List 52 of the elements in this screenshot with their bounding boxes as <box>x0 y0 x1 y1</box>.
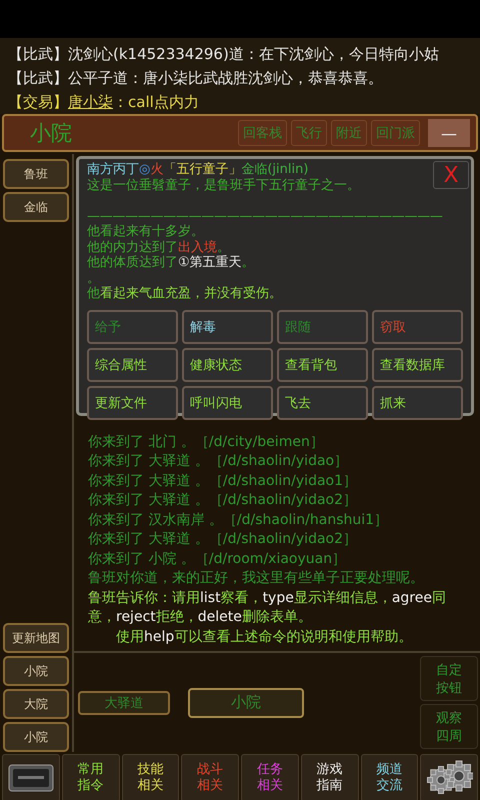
room-history-button[interactable]: 小院 <box>3 656 69 686</box>
log-line: 你来到了 大驿道 。［/d/shaolin/yidao2］ <box>88 530 358 549</box>
npc-description: 这是一位垂髫童子，是鲁班手下五行童子之一。 <box>87 178 360 193</box>
chat-message: ：call点内力 <box>113 93 199 111</box>
room-history-button[interactable]: 大院 <box>3 689 69 719</box>
npc-description: 他看起来气血充盈，并没有受伤。 <box>87 286 282 302</box>
divider-line: ———————————————————————————— <box>87 208 443 224</box>
npc-description: 他的体质达到了 ①第五重天。 <box>87 255 255 270</box>
menu-button[interactable]: 任务 相关 <box>241 754 299 800</box>
channel-label: 【比武】 <box>8 45 68 63</box>
log-line: 鲁班告诉你：请用list察看，type显示详细信息，agree同意，reject拒绝，delete删除表单。 <box>88 588 447 627</box>
menu-button[interactable]: 技能 相关 <box>122 754 180 800</box>
log-line: 你来到了 大驿道 。［/d/shaolin/yidao］ <box>88 452 350 471</box>
channel-label: 【比武】 <box>8 69 68 87</box>
player-link[interactable]: 唐小柒 <box>68 93 113 111</box>
collapse-button[interactable]: — <box>428 119 470 147</box>
menu-button[interactable]: 游戏 指南 <box>300 754 358 800</box>
side-button[interactable]: 观察 四周 <box>420 704 478 749</box>
action-button[interactable]: 综合属性 <box>87 348 178 382</box>
npc-description: 。 <box>87 270 100 286</box>
log-line: 你来到了 大驿道 。［/d/shaolin/yidao1］ <box>88 472 358 490</box>
action-button[interactable]: 呼叫闪电 <box>182 386 273 420</box>
action-button[interactable]: 更新文件 <box>87 386 178 420</box>
npc-button[interactable]: 金临 <box>3 192 69 222</box>
npc-title: 南方丙丁◎火「五行童子」金临(jinlin) <box>87 162 308 178</box>
menu-button[interactable]: 战斗 相关 <box>181 754 239 800</box>
npc-button[interactable]: 鲁班 <box>3 159 69 189</box>
log-line: 你来到了 北门 。［/d/city/beimen］ <box>88 432 325 452</box>
input-icon[interactable] <box>8 764 54 792</box>
update-map-button[interactable]: 更新地图 <box>3 623 69 653</box>
log-line: 鲁班对你道，来的正好，我这里有些单子正要处理呢。 <box>88 569 425 588</box>
menu-button[interactable]: 常用 指令 <box>62 754 120 800</box>
room-history-button[interactable]: 小院 <box>3 722 69 752</box>
npc-description: 他看起来有十多岁。 <box>87 224 204 240</box>
chat-message: 公平子道：唐小柒比武战胜沈剑心，恭喜恭喜。 <box>68 69 383 87</box>
action-button[interactable]: 飞去 <box>277 386 368 420</box>
log-line: 你来到了 汉水南岸 。［/d/shaolin/hanshui1］ <box>88 510 390 530</box>
action-button[interactable]: 抓来 <box>372 386 463 420</box>
side-button[interactable]: 自定 按钮 <box>420 656 478 701</box>
chat-message: 沈剑心(k1452334296)道：在下沈剑心，今日特向小姑 <box>68 45 439 63</box>
log-line: 使用help可以查看上述命令的说明和使用帮助。 <box>115 628 414 646</box>
action-button[interactable]: 查看数据库 <box>372 348 463 382</box>
log-line: 你来到了 大驿道 。［/d/shaolin/yidao2］ <box>88 491 358 510</box>
action-button[interactable]: 查看背包 <box>277 348 368 382</box>
menu-button[interactable]: 频道 交流 <box>360 754 418 800</box>
channel-label: 【交易】 <box>8 93 68 111</box>
action-button[interactable]: 解毒 <box>182 310 273 344</box>
room-title: 小院 <box>30 120 73 147</box>
npc-description: 他的内力达到了出入境。 <box>87 240 230 255</box>
log-line: 你来到了 小院 。［/d/room/xiaoyuan］ <box>88 550 348 568</box>
action-button[interactable]: 健康状态 <box>182 348 273 382</box>
settings-icon[interactable] <box>425 760 474 796</box>
